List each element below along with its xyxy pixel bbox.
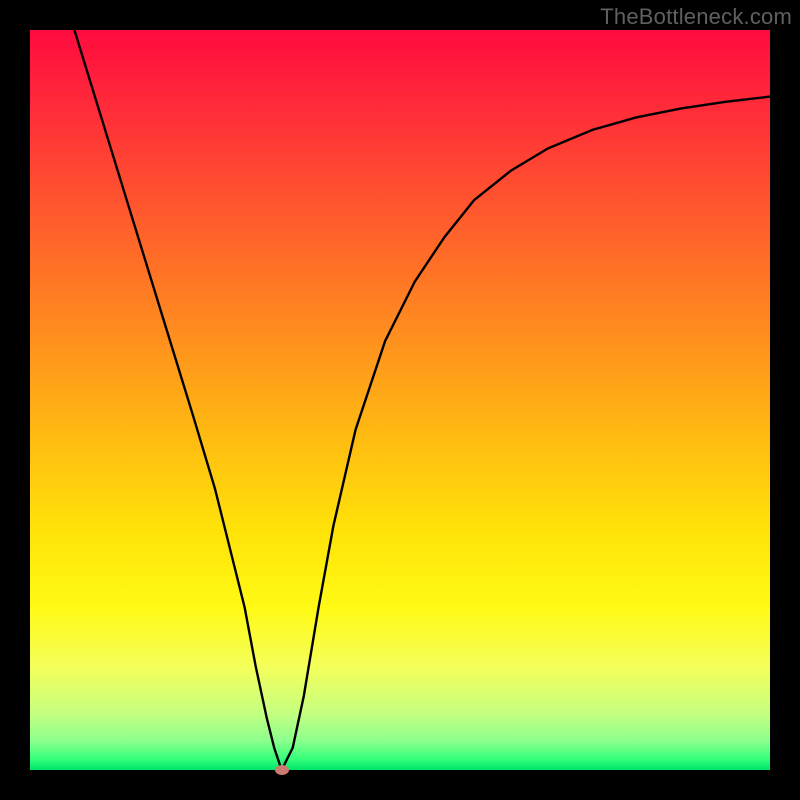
chart-canvas [30, 30, 770, 770]
gradient-background [30, 30, 770, 770]
watermark-text: TheBottleneck.com [600, 4, 792, 30]
chart-frame [30, 30, 770, 770]
